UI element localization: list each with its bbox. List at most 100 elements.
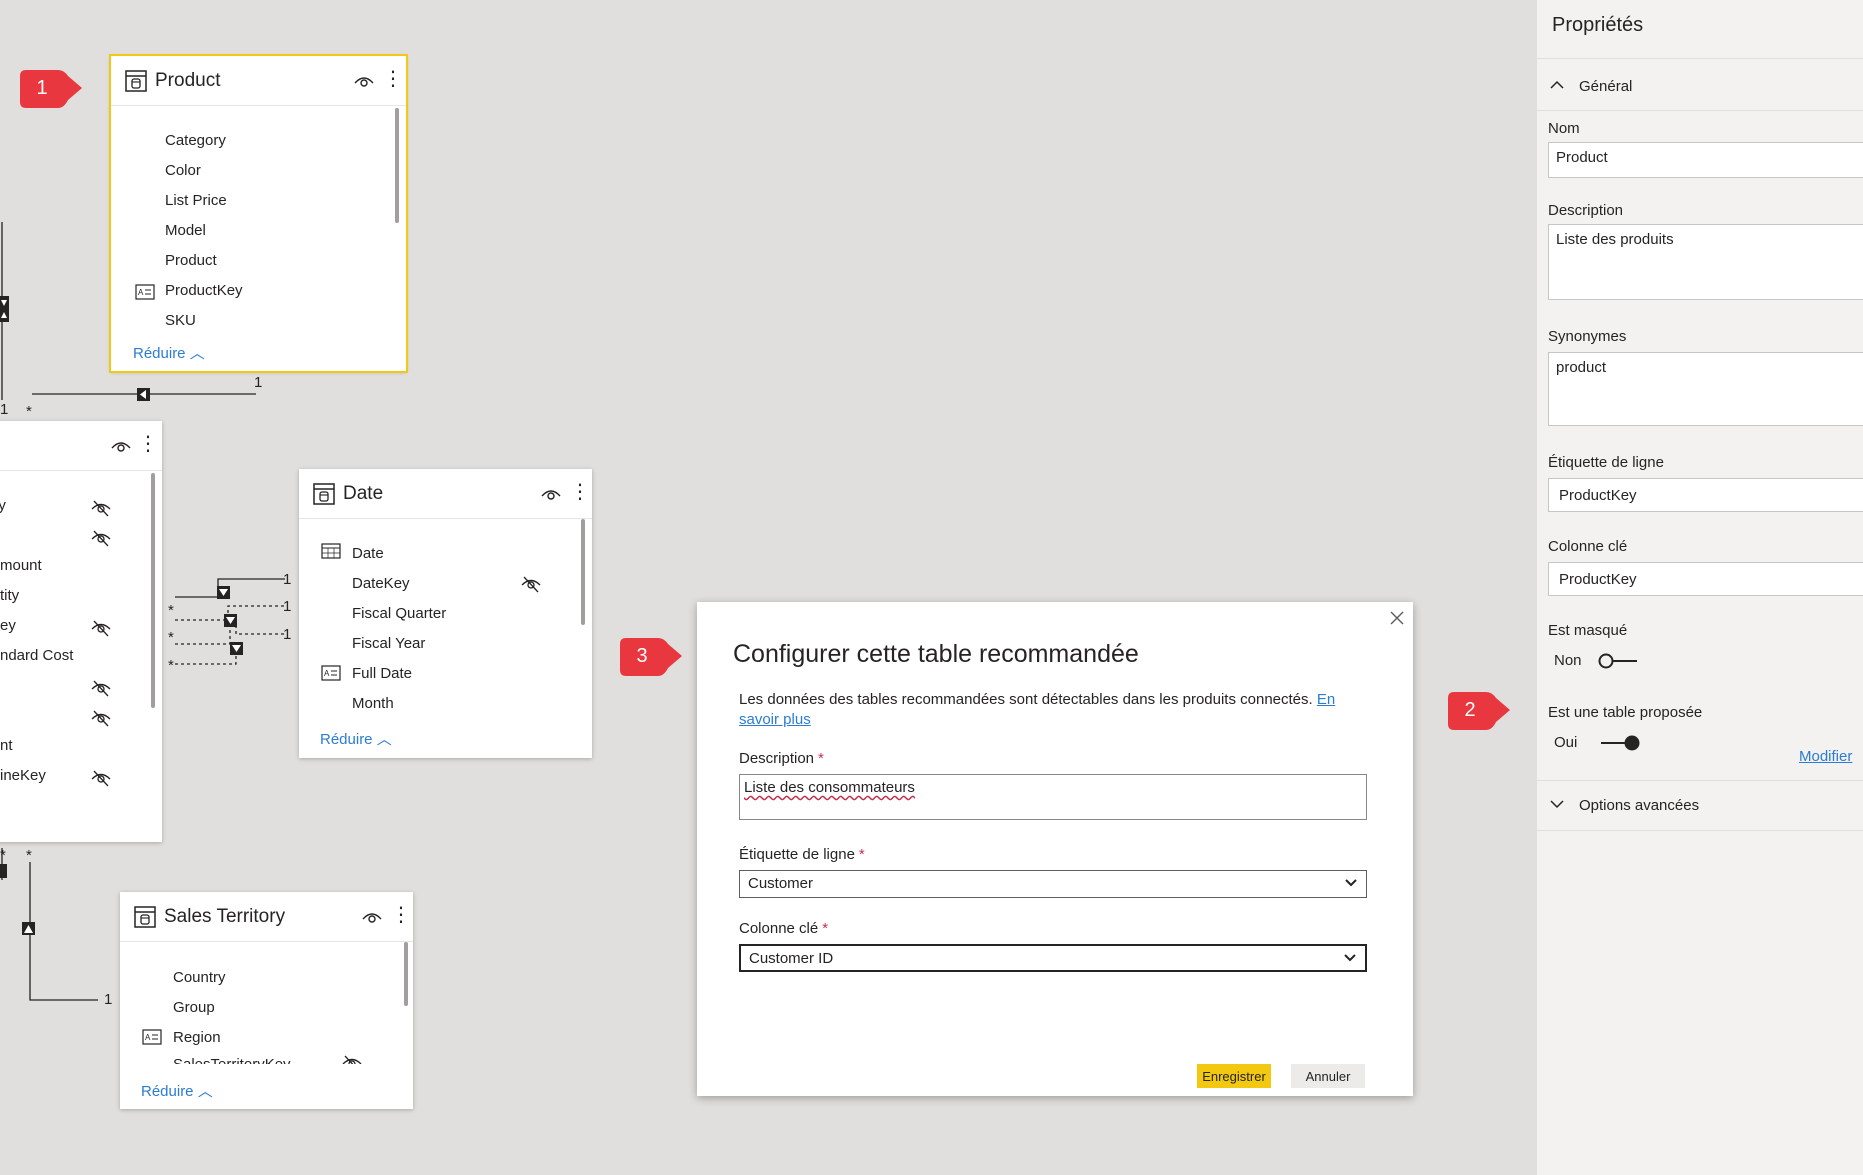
description-input[interactable]: Liste des consommateurs	[739, 774, 1367, 820]
rel-many-label: *	[168, 657, 174, 674]
hidden-icon[interactable]	[90, 769, 112, 787]
field-list-price[interactable]: List Price	[165, 192, 227, 209]
field-full-date[interactable]: Full Date	[352, 665, 412, 682]
date-table-header[interactable]: Date ⋮	[299, 469, 592, 519]
scrollbar[interactable]	[151, 473, 155, 708]
description-textarea[interactable]: Liste des produits	[1548, 224, 1863, 300]
synonyms-label: Synonymes	[1548, 328, 1627, 345]
sales-field[interactable]: tity	[0, 587, 19, 604]
hidden-icon[interactable]	[90, 619, 112, 637]
field-sku[interactable]: SKU	[165, 312, 196, 329]
featured-toggle[interactable]	[1597, 734, 1641, 752]
field-model[interactable]: Model	[165, 222, 206, 239]
sales-table-header[interactable]: ⋮	[0, 421, 162, 471]
sales-table-card[interactable]: ⋮ ey y mount tity ey ndard Cost nt ineKe…	[0, 421, 162, 842]
field-date[interactable]: Date	[352, 545, 384, 562]
collapse-link[interactable]: Réduire ︿	[320, 728, 392, 749]
field-productkey[interactable]: ProductKey	[165, 282, 243, 299]
sales-field[interactable]: ey	[0, 497, 6, 514]
advanced-options-header[interactable]: Options avancées	[1579, 797, 1699, 814]
callout-2: 2	[1448, 690, 1510, 730]
hidden-icon[interactable]	[90, 499, 112, 517]
key-column-select[interactable]: Customer ID	[739, 944, 1367, 972]
territory-table-header[interactable]: Sales Territory ⋮	[120, 892, 413, 942]
recommended-table-dialog[interactable]: Configurer cette table recommandée Les d…	[697, 602, 1413, 1096]
description-label: Description *	[739, 750, 824, 767]
dialog-description-text: Les données des tables recommandées sont…	[739, 691, 1317, 708]
field-fiscal-year[interactable]: Fiscal Year	[352, 635, 425, 652]
field-region[interactable]: Region	[173, 1029, 221, 1046]
chevron-down-icon[interactable]	[1549, 799, 1565, 809]
field-group[interactable]: Group	[173, 999, 215, 1016]
field-product[interactable]: Product	[165, 252, 217, 269]
field-salesterritorykey[interactable]: SalesTerritoryKey	[173, 1056, 291, 1064]
hidden-icon[interactable]	[90, 709, 112, 727]
key-column-select[interactable]: ProductKey	[1548, 562, 1863, 596]
row-label-select[interactable]: Customer	[739, 870, 1367, 898]
modify-link[interactable]: Modifier	[1799, 748, 1852, 765]
divider	[1537, 830, 1863, 831]
calendar-icon	[321, 543, 341, 559]
close-icon[interactable]	[1387, 608, 1407, 628]
field-color[interactable]: Color	[165, 162, 201, 179]
hidden-icon[interactable]	[520, 575, 542, 593]
description-input-value: Liste des consommateurs	[744, 779, 915, 796]
date-table-card[interactable]: Date ⋮ Date DateKey Fiscal Quarter Fisca…	[299, 469, 592, 758]
row-label-select[interactable]: ProductKey	[1548, 478, 1863, 512]
scrollbar[interactable]	[581, 519, 585, 625]
rel-one-label: 1	[283, 626, 291, 643]
chevron-down-icon	[1344, 954, 1356, 962]
synonyms-textarea[interactable]: product	[1548, 352, 1863, 426]
territory-key-row[interactable]: SalesTerritoryKey	[120, 1052, 400, 1064]
scrollbar[interactable]	[404, 942, 408, 1006]
chevron-up-icon[interactable]	[1549, 80, 1565, 90]
rel-many-label: *	[168, 602, 174, 619]
sales-field[interactable]: ineKey	[0, 767, 46, 784]
save-button[interactable]: Enregistrer	[1197, 1064, 1271, 1088]
more-options-icon[interactable]: ⋮	[138, 434, 158, 456]
product-table-title: Product	[155, 70, 221, 91]
name-input[interactable]: Product	[1548, 142, 1863, 178]
hidden-icon[interactable]	[90, 679, 112, 697]
more-options-icon[interactable]: ⋮	[391, 905, 411, 927]
sales-field[interactable]: nt	[0, 737, 13, 754]
cancel-button[interactable]: Annuler	[1291, 1064, 1365, 1088]
sales-field[interactable]: ndard Cost	[0, 647, 73, 664]
collapse-link[interactable]: Réduire ︿	[133, 342, 205, 363]
eye-icon[interactable]	[110, 437, 132, 455]
properties-title: Propriétés	[1552, 14, 1644, 36]
field-datekey[interactable]: DateKey	[352, 575, 410, 592]
field-country[interactable]: Country	[173, 969, 226, 986]
field-category[interactable]: Category	[165, 132, 226, 149]
territory-table-card[interactable]: Sales Territory ⋮ Country Group A Region…	[120, 892, 413, 1109]
callout-number: 3	[636, 645, 648, 667]
hidden-icon[interactable]	[341, 1054, 363, 1064]
featured-label: Est une table proposée	[1548, 704, 1703, 721]
sales-field[interactable]: mount	[0, 557, 42, 574]
key-column-select-value: ProductKey	[1559, 571, 1637, 588]
product-table-header[interactable]: Product ⋮	[111, 56, 406, 106]
general-section-header[interactable]: Général	[1579, 78, 1632, 95]
eye-icon[interactable]	[540, 485, 562, 503]
sales-field[interactable]: ey	[0, 617, 16, 634]
model-canvas[interactable]: 1 1 * 1 1 1 * * * * * 1 Product ⋮ Catego…	[0, 0, 1536, 1175]
divider	[1537, 780, 1863, 781]
rel-one-label: 1	[283, 598, 291, 615]
hidden-toggle[interactable]	[1597, 652, 1641, 670]
field-month[interactable]: Month	[352, 695, 394, 712]
scrollbar[interactable]	[395, 108, 399, 223]
more-options-icon[interactable]: ⋮	[570, 482, 590, 504]
hidden-label: Est masqué	[1548, 622, 1628, 639]
more-options-icon[interactable]: ⋮	[383, 69, 403, 91]
row-label-icon: A	[135, 284, 155, 300]
key-column-label: Colonne clé	[1548, 538, 1628, 555]
field-fiscal-quarter[interactable]: Fiscal Quarter	[352, 605, 446, 622]
dialog-description: Les données des tables recommandées sont…	[739, 690, 1379, 730]
svg-text:A: A	[138, 288, 144, 297]
hidden-icon[interactable]	[90, 529, 112, 547]
collapse-link[interactable]: Réduire ︿	[141, 1080, 213, 1101]
eye-icon[interactable]	[361, 908, 383, 926]
properties-pane[interactable]: Propriétés Général Nom Product Descripti…	[1536, 0, 1863, 1175]
eye-icon[interactable]	[353, 72, 375, 90]
product-table-card[interactable]: Product ⋮ Category Color List Price Mode…	[109, 54, 408, 373]
